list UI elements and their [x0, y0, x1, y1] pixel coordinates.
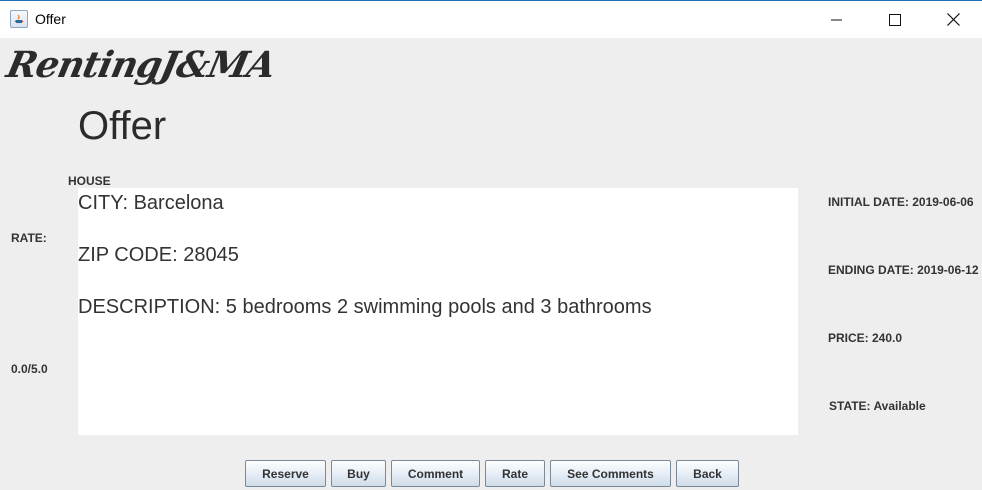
back-button[interactable]: Back — [676, 460, 739, 487]
description-text: DESCRIPTION: 5 bedrooms 2 swimming pools… — [78, 296, 652, 318]
close-button[interactable] — [924, 1, 982, 38]
ending-date-text: ENDING DATE: 2019-06-12 — [828, 263, 979, 277]
java-app-icon — [10, 10, 28, 28]
buy-button[interactable]: Buy — [331, 460, 386, 487]
price-text: PRICE: 240.0 — [828, 331, 903, 345]
offer-details-panel: CITY: Barcelona ZIP CODE: 28045 DESCRIPT… — [78, 188, 798, 435]
maximize-icon — [889, 13, 901, 26]
rate-label: RATE: — [11, 231, 47, 245]
offer-type-label: HOUSE — [68, 174, 111, 188]
maximize-button[interactable] — [866, 1, 924, 38]
initial-date-text: INITIAL DATE: 2019-06-06 — [828, 195, 974, 209]
zip-code-text: ZIP CODE: 28045 — [78, 244, 239, 266]
comment-button[interactable]: Comment — [391, 460, 480, 487]
reserve-button[interactable]: Reserve — [245, 460, 326, 487]
city-text: CITY: Barcelona — [78, 192, 224, 214]
see-comments-button[interactable]: See Comments — [550, 460, 671, 487]
brand-logo-text: RentingJ&MA — [3, 44, 279, 86]
window-titlebar: Offer — [0, 0, 982, 38]
window-title: Offer — [35, 11, 66, 27]
state-text: STATE: Available — [829, 399, 926, 413]
rate-value: 0.0/5.0 — [11, 362, 48, 376]
minimize-button[interactable] — [808, 1, 866, 38]
close-icon — [946, 13, 960, 26]
rate-button[interactable]: Rate — [485, 460, 545, 487]
page-title: Offer — [78, 104, 167, 148]
minimize-icon — [831, 19, 842, 20]
